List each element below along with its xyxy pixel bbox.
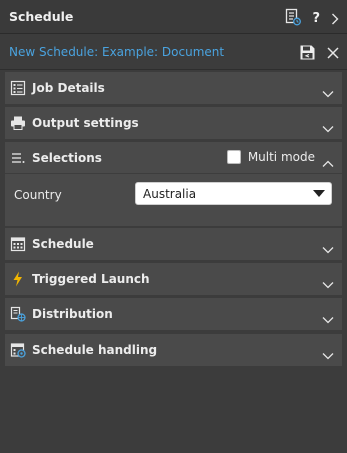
section-triggered-launch-label: Triggered Launch [32,272,150,286]
multi-mode-toggle[interactable]: Multi mode [226,150,315,164]
section-triggered-launch[interactable]: Triggered Launch [5,263,342,295]
section-selections-label: Selections [32,151,102,165]
filter-list-icon [10,150,28,166]
chevron-down-icon[interactable] [322,239,334,258]
save-icon[interactable] [299,44,316,65]
multi-mode-checkbox[interactable] [226,150,241,164]
section-schedule-handling-label: Schedule handling [32,343,158,357]
panel-title: Schedule [9,9,74,24]
country-dropdown-value: Australia [143,186,197,201]
chevron-down-icon[interactable] [322,118,334,137]
chevron-down-icon[interactable] [322,345,334,364]
section-job-details[interactable]: Job Details [5,72,342,104]
chevron-down-icon[interactable] [322,83,334,102]
section-output-settings-label: Output settings [32,116,139,130]
country-label: Country [14,188,62,202]
chevron-down-icon[interactable] [322,309,334,328]
lightning-icon [10,271,28,287]
section-job-details-label: Job Details [32,81,105,95]
country-dropdown[interactable]: Australia [135,182,332,205]
chevron-up-icon[interactable] [322,153,334,172]
chevron-down-icon[interactable] [322,274,334,293]
schedule-list-icon[interactable] [285,8,302,30]
dropdown-arrow-icon[interactable] [313,190,325,197]
calendar-icon [10,236,28,252]
panel-titlebar: Schedule ? [0,0,347,34]
multi-mode-label: Multi mode [247,150,315,164]
section-schedule-handling[interactable]: Schedule handling [5,334,342,366]
section-distribution[interactable]: Distribution [5,298,342,330]
chevron-right-icon[interactable] [331,10,339,29]
distribution-icon [10,306,28,322]
section-schedule-label: Schedule [32,237,94,251]
section-schedule[interactable]: Schedule [5,228,342,260]
section-distribution-label: Distribution [32,307,113,321]
selections-body: Country Australia [5,173,342,226]
printer-icon [10,115,28,131]
calendar-gear-icon [10,342,28,358]
help-icon[interactable]: ? [312,11,320,27]
schedule-header: New Schedule: Example: Document [0,35,347,70]
section-selections[interactable]: Selections Multi mode [5,142,342,174]
schedule-document-title: New Schedule: Example: Document [9,45,225,59]
section-output-settings[interactable]: Output settings [5,107,342,139]
job-details-icon [10,80,28,96]
close-icon[interactable] [326,45,340,64]
